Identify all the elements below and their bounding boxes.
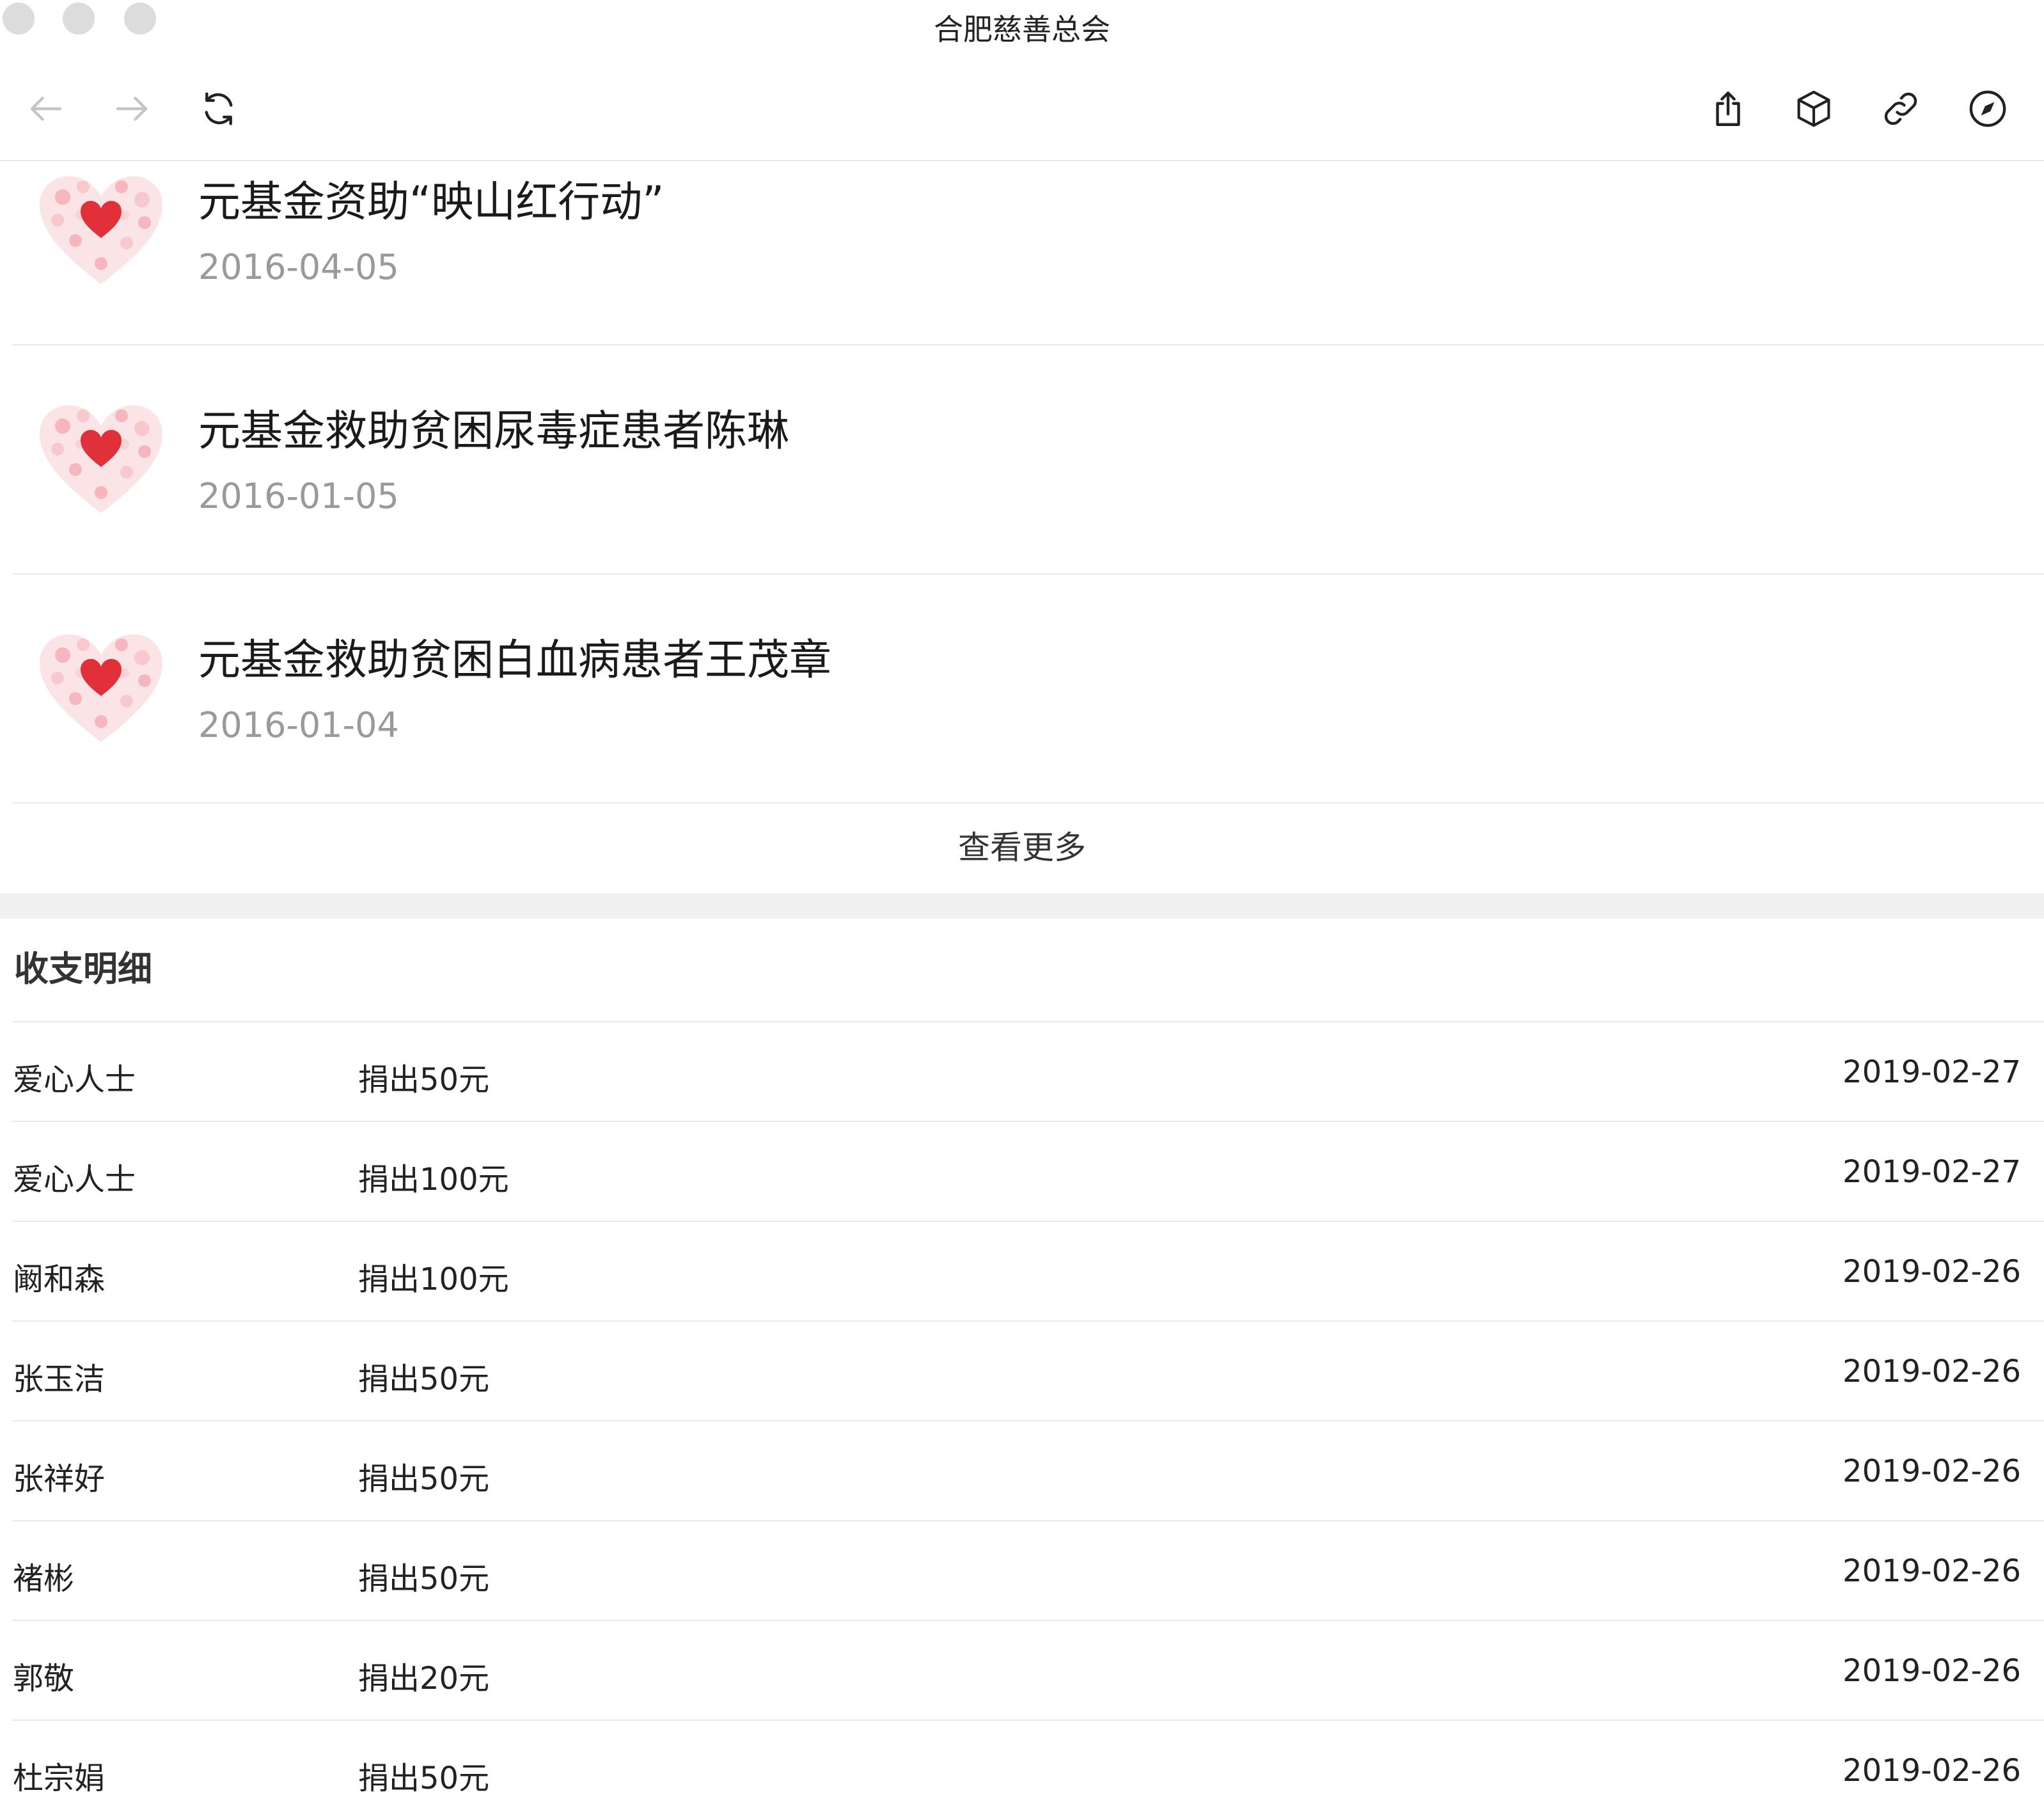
link-icon	[1884, 92, 1917, 125]
arrow-right-icon	[116, 97, 148, 121]
title-bar: 合肥慈善总会	[0, 0, 2044, 58]
ledger-row: 张玉洁 捐出50元 2019-02-26	[13, 1322, 2044, 1421]
donation-date: 2019-02-26	[1843, 1254, 2021, 1290]
donation-date: 2019-02-27	[1843, 1154, 2021, 1190]
donor-name: 张玉洁	[13, 1361, 106, 1397]
ledger-row: 爱心人士 捐出50元 2019-02-27	[13, 1022, 2044, 1122]
donor-name: 杜宗娟	[13, 1760, 106, 1796]
copy-link-button[interactable]	[1871, 79, 1930, 138]
share-icon	[1716, 91, 1740, 126]
donor-name: 张祥好	[13, 1461, 106, 1497]
arrow-left-icon	[30, 97, 62, 121]
ledger-row: 褚彬 捐出50元 2019-02-26	[13, 1521, 2044, 1621]
back-button[interactable]	[17, 79, 75, 138]
donation-amount: 捐出50元	[358, 1461, 490, 1497]
compass-icon	[1969, 90, 2006, 127]
box-button[interactable]	[1784, 79, 1843, 138]
share-button[interactable]	[1699, 79, 1757, 138]
donation-amount: 捐出50元	[358, 1361, 490, 1397]
news-item[interactable]: 元基金救助贫困尿毒症患者陈琳 2016-01-05	[13, 344, 2044, 574]
view-more-button[interactable]: 查看更多	[0, 802, 2044, 893]
donor-name: 郭敬	[13, 1661, 75, 1697]
ledger-row: 阚和森 捐出100元 2019-02-26	[13, 1222, 2044, 1322]
donation-date: 2019-02-26	[1843, 1553, 2021, 1589]
reload-button[interactable]	[189, 79, 248, 138]
news-date: 2016-01-05	[198, 476, 399, 516]
donor-name: 爱心人士	[13, 1162, 136, 1198]
donation-date: 2019-02-26	[1843, 1354, 2021, 1389]
news-title: 元基金资助“映山红行动”	[198, 177, 664, 226]
donation-amount: 捐出100元	[358, 1162, 509, 1198]
forward-button[interactable]	[102, 79, 161, 138]
ledger-row: 杜宗娟 捐出50元 2019-02-26	[13, 1721, 2044, 1804]
donation-amount: 捐出50元	[358, 1561, 490, 1597]
donation-amount: 捐出50元	[358, 1760, 490, 1796]
heart-thumbnail	[32, 166, 170, 294]
ledger-title: 收支明细	[14, 949, 152, 989]
heart-icon	[40, 176, 162, 284]
news-item[interactable]: 元基金救助贫困白血病患者王茂章 2016-01-04	[13, 573, 2044, 803]
app-window: 合肥慈善总会 元基金资助“映山红行动” 2016-04-05 元基金救助贫困尿毒…	[0, 0, 2044, 1804]
donation-date: 2019-02-26	[1843, 1453, 2021, 1489]
donation-amount: 捐出100元	[358, 1262, 509, 1297]
donation-amount: 捐出50元	[358, 1062, 490, 1098]
news-date: 2016-01-04	[198, 705, 399, 745]
donor-name: 褚彬	[13, 1561, 75, 1597]
donor-name: 阚和森	[13, 1262, 106, 1297]
heart-icon	[40, 634, 162, 742]
news-title: 元基金救助贫困白血病患者王茂章	[198, 635, 831, 684]
heart-thumbnail	[32, 624, 170, 752]
news-title: 元基金救助贫困尿毒症患者陈琳	[198, 406, 789, 455]
page-content: 元基金资助“映山红行动” 2016-04-05 元基金救助贫困尿毒症患者陈琳 2…	[0, 161, 2044, 1804]
window-title: 合肥慈善总会	[934, 12, 1110, 47]
reload-icon	[205, 92, 233, 125]
heart-icon	[40, 405, 162, 513]
donation-date: 2019-02-27	[1843, 1054, 2021, 1090]
ledger-row: 张祥好 捐出50元 2019-02-26	[13, 1421, 2044, 1521]
toolbar	[0, 58, 2044, 161]
heart-thumbnail	[32, 395, 170, 523]
donation-amount: 捐出20元	[358, 1661, 490, 1697]
cube-icon	[1797, 90, 1830, 127]
donation-date: 2019-02-26	[1843, 1753, 2021, 1789]
section-separator	[0, 893, 2044, 919]
open-in-browser-button[interactable]	[1958, 79, 2017, 138]
donor-name: 爱心人士	[13, 1062, 136, 1098]
news-item[interactable]: 元基金资助“映山红行动” 2016-04-05	[13, 161, 2044, 345]
news-date: 2016-04-05	[198, 247, 399, 287]
donation-date: 2019-02-26	[1843, 1653, 2021, 1689]
ledger-row: 郭敬 捐出20元 2019-02-26	[13, 1621, 2044, 1721]
ledger-list: 爱心人士 捐出50元 2019-02-27 爱心人士 捐出100元 2019-0…	[13, 1022, 2044, 1804]
ledger-row: 爱心人士 捐出100元 2019-02-27	[13, 1122, 2044, 1222]
